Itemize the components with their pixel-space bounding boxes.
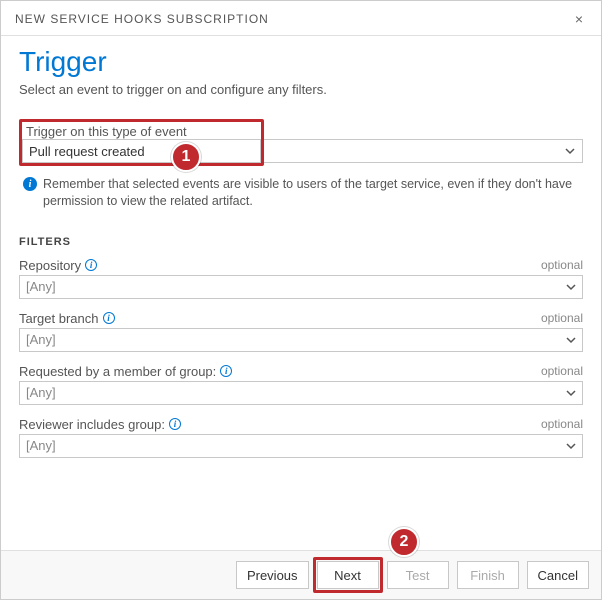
event-type-select[interactable]: Pull request created (22, 139, 261, 163)
cancel-button[interactable]: Cancel (527, 561, 589, 589)
repository-select[interactable]: [Any] (19, 275, 583, 299)
optional-label: optional (541, 417, 583, 431)
repository-label: Repository i (19, 258, 97, 273)
reviewer-group-label: Reviewer includes group: i (19, 417, 181, 432)
event-type-label: Trigger on this type of event (22, 122, 261, 139)
dialog-footer: 2 Previous Next Test Finish Cancel (1, 550, 601, 599)
dialog-titlebar: NEW SERVICE HOOKS SUBSCRIPTION × (1, 1, 601, 36)
page-heading: Trigger (19, 46, 583, 78)
dialog-title: NEW SERVICE HOOKS SUBSCRIPTION (15, 12, 269, 26)
close-icon[interactable]: × (571, 11, 587, 27)
callout-badge-1: 1 (171, 142, 201, 172)
requested-by-group-label: Requested by a member of group: i (19, 364, 232, 379)
event-type-select-extension (264, 119, 583, 166)
highlight-box-event: Trigger on this type of event Pull reque… (19, 119, 264, 166)
chevron-down-icon (564, 145, 576, 157)
help-icon[interactable]: i (103, 312, 115, 324)
field-reviewer-group: Reviewer includes group: i optional [Any… (19, 417, 583, 458)
field-repository: Repository i optional [Any] (19, 258, 583, 299)
target-branch-label: Target branch i (19, 311, 115, 326)
callout-badge-2: 2 (389, 527, 419, 557)
test-button: Test (387, 561, 449, 589)
info-message: i Remember that selected events are visi… (19, 176, 583, 210)
info-text: Remember that selected events are visibl… (43, 176, 583, 210)
field-target-branch: Target branch i optional [Any] (19, 311, 583, 352)
page-subtitle: Select an event to trigger on and config… (19, 82, 583, 97)
help-icon[interactable]: i (85, 259, 97, 271)
optional-label: optional (541, 311, 583, 325)
dialog-content: 1 Trigger Select an event to trigger on … (1, 36, 601, 550)
event-type-block: Trigger on this type of event Pull reque… (19, 119, 583, 166)
optional-label: optional (541, 364, 583, 378)
requested-by-group-select[interactable]: [Any] (19, 381, 583, 405)
target-branch-select[interactable]: [Any] (19, 328, 583, 352)
field-requested-by-group: Requested by a member of group: i option… (19, 364, 583, 405)
optional-label: optional (541, 258, 583, 272)
filters-heading: FILTERS (19, 236, 583, 248)
finish-button: Finish (457, 561, 519, 589)
info-icon: i (23, 177, 37, 191)
next-button[interactable]: Next (317, 561, 379, 589)
help-icon[interactable]: i (220, 365, 232, 377)
reviewer-group-select[interactable]: [Any] (19, 434, 583, 458)
previous-button[interactable]: Previous (236, 561, 309, 589)
help-icon[interactable]: i (169, 418, 181, 430)
